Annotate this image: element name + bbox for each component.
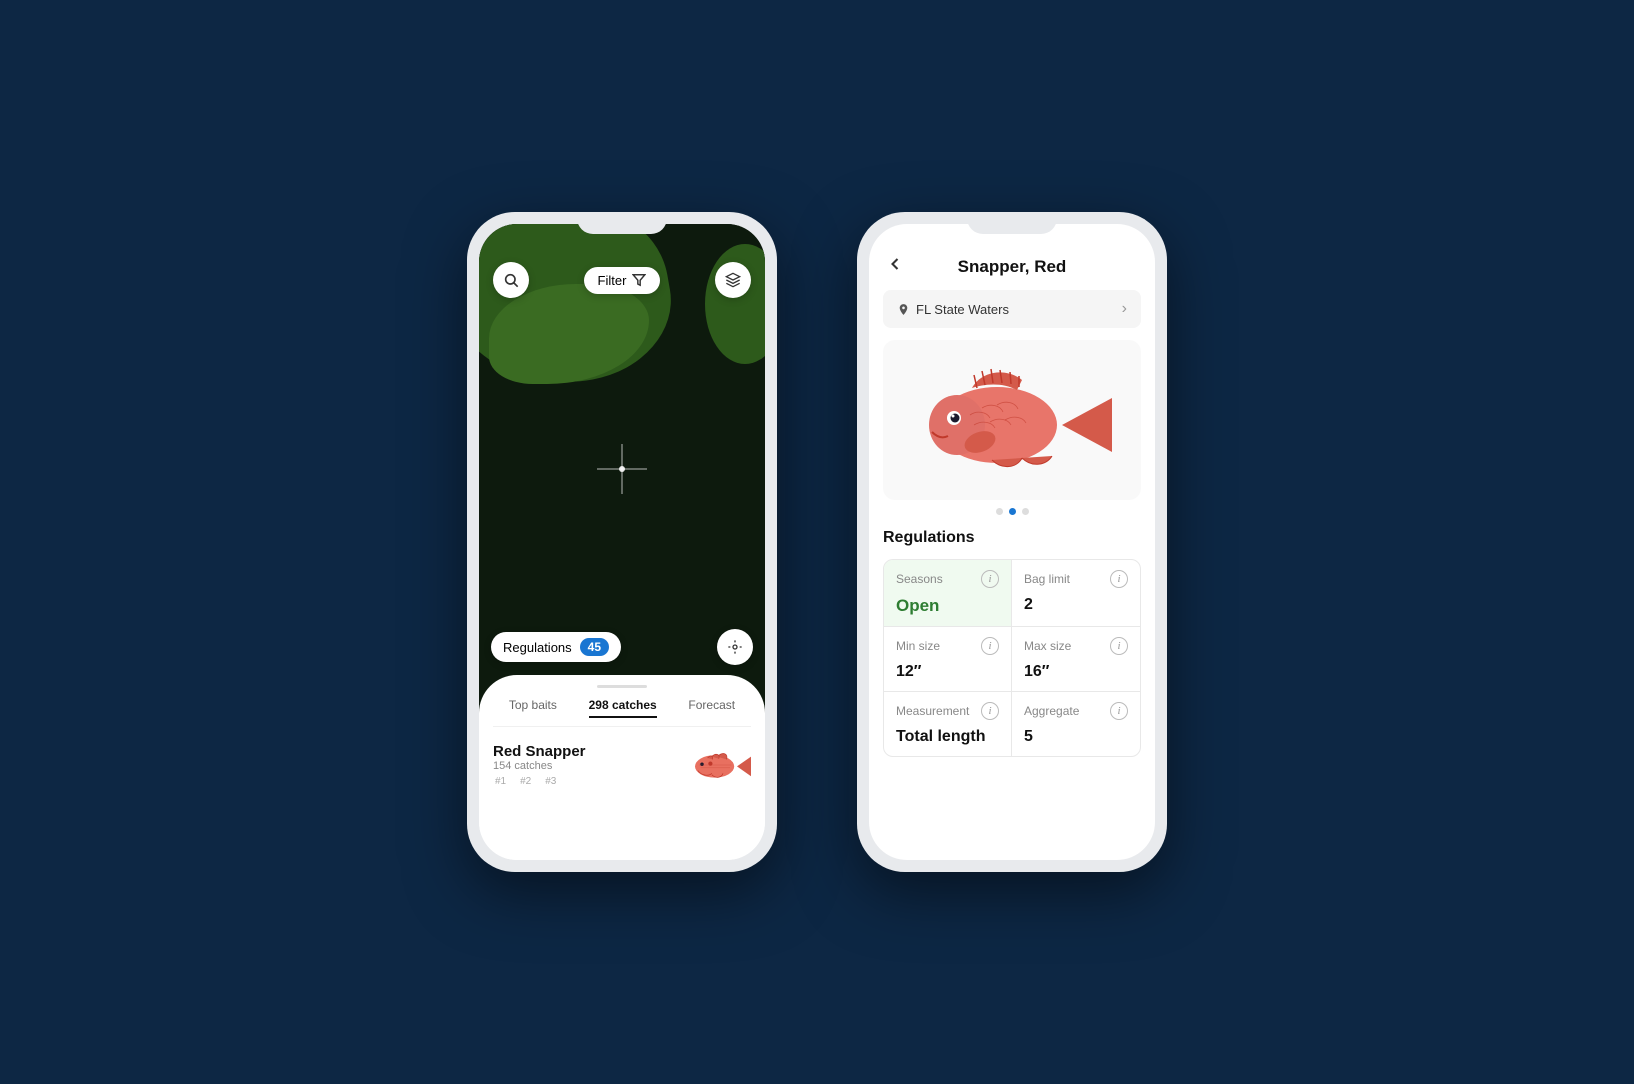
bag-limit-label: Bag limit [1024, 572, 1070, 586]
location-text: FL State Waters [916, 302, 1009, 317]
bait-ranks: #1 #2 #3 [493, 776, 586, 787]
max-size-value: 16″ [1024, 663, 1128, 681]
reg-cell-max-header: Max size i [1024, 637, 1128, 655]
location-left: FL State Waters [897, 302, 1009, 317]
map-header: Filter [479, 252, 765, 308]
search-button[interactable] [493, 262, 529, 298]
right-phone-inner: Snapper, Red FL State Waters › [869, 224, 1155, 860]
bag-limit-value: 2 [1024, 596, 1128, 614]
reg-cell-seasons-header: Seasons i [896, 570, 999, 588]
left-phone: Filter Regu [467, 212, 777, 872]
bag-limit-info[interactable]: i [1110, 570, 1128, 588]
aggregate-value: 5 [1024, 728, 1128, 746]
reg-cell-seasons: Seasons i Open [884, 560, 1012, 627]
regulations-title: Regulations [883, 529, 1141, 547]
crosshair [597, 444, 647, 499]
reg-cell-meas-header: Measurement i [896, 702, 999, 720]
right-phone: Snapper, Red FL State Waters › [857, 212, 1167, 872]
seasons-value: Open [896, 596, 999, 616]
fish-name: Red Snapper [493, 743, 586, 760]
reg-cell-bag-header: Bag limit i [1024, 570, 1128, 588]
reg-cell-max-size: Max size i 16″ [1012, 627, 1140, 692]
min-size-info[interactable]: i [981, 637, 999, 655]
tab-top-baits[interactable]: Top baits [509, 698, 557, 718]
max-size-label: Max size [1024, 639, 1071, 653]
map-controls: Regulations 45 [479, 629, 765, 665]
reg-cell-agg-header: Aggregate i [1024, 702, 1128, 720]
detail-title: Snapper, Red [913, 257, 1111, 277]
reg-cell-min-header: Min size i [896, 637, 999, 655]
aggregate-info[interactable]: i [1110, 702, 1128, 720]
min-size-value: 12″ [896, 663, 999, 681]
measurement-value: Total length [896, 728, 999, 746]
reg-cell-aggregate: Aggregate i 5 [1012, 692, 1140, 756]
filter-label: Filter [598, 273, 627, 288]
image-dots [869, 508, 1155, 515]
regulations-section: Regulations Seasons i Open Bag limit [869, 529, 1155, 860]
reg-cell-bag-limit: Bag limit i 2 [1012, 560, 1140, 627]
regulations-label: Regulations [503, 640, 572, 655]
map-bottom-panel: Top baits 298 catches Forecast Red Snapp… [479, 675, 765, 860]
fish-thumbnail [681, 743, 751, 787]
min-size-label: Min size [896, 639, 940, 653]
fish-catches: 154 catches [493, 760, 586, 772]
seasons-label: Seasons [896, 572, 943, 586]
location-chevron: › [1122, 300, 1127, 318]
bait-rank-3: #3 [545, 776, 556, 787]
tab-forecast[interactable]: Forecast [688, 698, 735, 718]
layers-button[interactable] [715, 262, 751, 298]
measurement-label: Measurement [896, 704, 969, 718]
location-banner[interactable]: FL State Waters › [883, 290, 1141, 328]
regulations-count: 45 [580, 638, 609, 656]
detail-screen: Snapper, Red FL State Waters › [869, 224, 1155, 860]
dot-2 [1009, 508, 1016, 515]
location-button[interactable] [717, 629, 753, 665]
max-size-info[interactable]: i [1110, 637, 1128, 655]
left-phone-inner: Filter Regu [479, 224, 765, 860]
notch [577, 212, 667, 234]
bait-rank-2: #2 [520, 776, 531, 787]
filter-button[interactable]: Filter [584, 267, 661, 294]
notch-right [967, 212, 1057, 234]
bait-rank-1: #1 [495, 776, 506, 787]
aggregate-label: Aggregate [1024, 704, 1079, 718]
dot-1 [996, 508, 1003, 515]
regulations-badge[interactable]: Regulations 45 [491, 632, 621, 662]
dot-3 [1022, 508, 1029, 515]
regulations-grid: Seasons i Open Bag limit i 2 [883, 559, 1141, 757]
measurement-info[interactable]: i [981, 702, 999, 720]
fish-image-container [883, 340, 1141, 500]
seasons-info[interactable]: i [981, 570, 999, 588]
fish-card-text: Red Snapper 154 catches #1 #2 #3 [493, 743, 586, 787]
tab-catches[interactable]: 298 catches [589, 698, 657, 718]
reg-cell-min-size: Min size i 12″ [884, 627, 1012, 692]
fish-card[interactable]: Red Snapper 154 catches #1 #2 #3 [493, 737, 751, 793]
back-button[interactable] [885, 254, 905, 280]
reg-cell-measurement: Measurement i Total length [884, 692, 1012, 756]
panel-drag-handle[interactable] [597, 685, 647, 688]
panel-tabs: Top baits 298 catches Forecast [493, 698, 751, 727]
fish-image [902, 350, 1122, 490]
